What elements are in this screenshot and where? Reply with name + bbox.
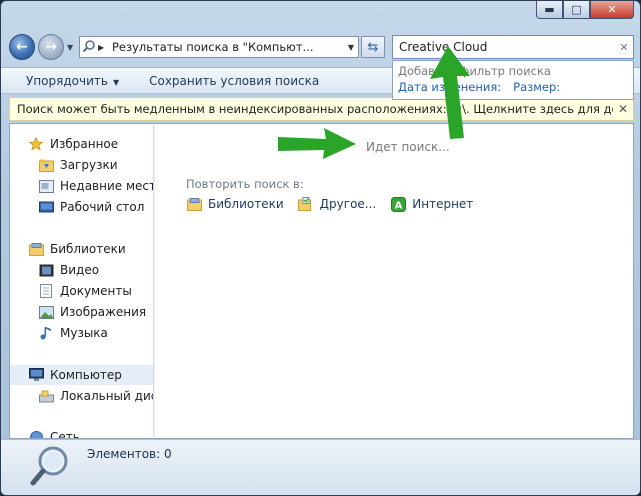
sidebar-item-recent-places[interactable]: Недавние места	[10, 176, 155, 196]
sidebar-item-label: Локальный диск	[60, 389, 155, 403]
repeat-in-other-link[interactable]: Другое...	[298, 197, 377, 211]
repeat-link-label: Библиотеки	[208, 197, 284, 211]
info-bar-close-icon[interactable]: ✕	[613, 102, 633, 116]
content-area: Избранное Загрузки Недавние места Рабочи…	[9, 123, 634, 439]
back-button[interactable]: ←	[9, 34, 35, 60]
desktop-icon	[38, 200, 54, 214]
repeat-search-links: Библиотеки Другое... A Интернет	[186, 196, 474, 212]
annotation-arrow-right-icon	[278, 128, 356, 159]
minimize-button[interactable]: ▬	[536, 1, 563, 19]
recent-pages-dropdown[interactable]: ▼	[67, 43, 73, 52]
info-bar-text: Поиск может быть медленным в неиндексиро…	[17, 102, 613, 116]
forward-button[interactable]: →	[38, 34, 64, 60]
search-folder-icon	[80, 39, 98, 56]
explorer-window: ▬ □ ✕ ← → ▼ ▶ Результаты поиска в "Компь…	[0, 0, 641, 496]
libraries-icon	[186, 197, 202, 211]
results-pane: Идет поиск... Повторить поиск в: Библиот…	[168, 124, 634, 438]
back-arrow-icon: ←	[16, 39, 28, 55]
navigation-bar: ← → ▼ ▶ Результаты поиска в "Компьют... …	[9, 34, 634, 60]
video-icon	[38, 263, 54, 277]
search-status-text: Идет поиск...	[366, 140, 450, 154]
sidebar-item-computer[interactable]: Компьютер	[10, 365, 155, 385]
address-bar[interactable]: ▶ Результаты поиска в "Компьют... ▼	[79, 36, 359, 58]
annotation-arrow-up-icon	[430, 46, 470, 139]
sidebar-item-label: Музыка	[60, 326, 108, 340]
save-search-button[interactable]: Сохранить условия поиска	[149, 74, 319, 88]
sidebar-item-local-disk[interactable]: Локальный диск	[10, 386, 155, 406]
navigation-pane-scrollbar[interactable]: ▲ ≡ ▼	[153, 125, 155, 437]
documents-icon	[38, 284, 54, 298]
breadcrumb-separator-icon[interactable]: ▶	[98, 43, 112, 52]
repeat-link-label: Другое...	[319, 197, 377, 211]
refresh-icon: ⇆	[367, 39, 379, 55]
sidebar-item-label: Недавние места	[60, 179, 155, 193]
sidebar-item-label: Избранное	[50, 137, 119, 151]
sidebar-item-network[interactable]: Сеть	[10, 427, 155, 438]
filter-size[interactable]: Размер:	[513, 80, 560, 96]
libraries-icon	[28, 242, 44, 256]
search-magnifier-icon	[29, 444, 73, 488]
navigation-pane: Избранное Загрузки Недавние места Рабочи…	[10, 124, 155, 438]
sidebar-item-label: Сеть	[50, 430, 80, 438]
sidebar-item-desktop[interactable]: Рабочий стол	[10, 197, 155, 217]
star-icon	[28, 137, 44, 151]
address-dropdown-icon[interactable]: ▼	[344, 43, 358, 52]
sidebar-item-music[interactable]: Музыка	[10, 323, 155, 343]
downloads-folder-icon	[38, 158, 54, 172]
maximize-button[interactable]: □	[563, 1, 590, 19]
local-disk-icon	[38, 389, 54, 403]
network-icon	[28, 430, 44, 438]
sidebar-item-pictures[interactable]: Изображения	[10, 302, 155, 322]
scroll-up-icon[interactable]: ▲	[154, 126, 155, 139]
refresh-button[interactable]: ⇆	[361, 36, 385, 58]
window-caption-buttons: ▬ □ ✕	[536, 1, 634, 19]
organize-button[interactable]: Упорядочить ▼	[26, 74, 119, 88]
recent-places-icon	[38, 179, 54, 193]
sidebar-item-libraries[interactable]: Библиотеки	[10, 239, 155, 259]
sidebar-item-label: Рабочий стол	[60, 200, 145, 214]
organize-label: Упорядочить	[26, 73, 108, 88]
other-folder-icon	[298, 197, 314, 211]
computer-icon	[28, 368, 44, 382]
chevron-down-icon: ▼	[112, 77, 120, 87]
scroll-down-icon[interactable]: ▼	[154, 423, 155, 436]
sidebar-item-favorites[interactable]: Избранное	[10, 134, 155, 154]
sidebar-item-label: Изображения	[60, 305, 147, 319]
clear-search-icon[interactable]: ✕	[615, 41, 633, 54]
sidebar-item-label: Документы	[60, 284, 132, 298]
sidebar-item-label: Загрузки	[60, 158, 118, 172]
sidebar-item-label: Видео	[60, 263, 100, 277]
forward-arrow-icon: →	[45, 39, 57, 55]
repeat-search-label: Повторить поиск в:	[186, 177, 304, 191]
internet-icon: A	[390, 196, 406, 212]
details-pane: Элементов: 0	[1, 439, 640, 495]
item-count: Элементов: 0	[87, 447, 172, 461]
info-bar[interactable]: Поиск может быть медленным в неиндексиро…	[9, 97, 634, 121]
pictures-icon	[38, 305, 54, 319]
sidebar-item-video[interactable]: Видео	[10, 260, 155, 280]
repeat-in-internet-link[interactable]: A Интернет	[390, 196, 474, 212]
repeat-link-label: Интернет	[412, 197, 474, 211]
music-icon	[38, 326, 54, 340]
sidebar-item-downloads[interactable]: Загрузки	[10, 155, 155, 175]
repeat-in-libraries-link[interactable]: Библиотеки	[186, 197, 284, 211]
sidebar-item-label: Библиотеки	[50, 242, 126, 256]
sidebar-item-label: Компьютер	[50, 368, 122, 382]
close-button[interactable]: ✕	[590, 1, 634, 19]
sidebar-item-documents[interactable]: Документы	[10, 281, 155, 301]
address-text: Результаты поиска в "Компьют...	[112, 40, 314, 54]
svg-text:A: A	[394, 200, 402, 211]
